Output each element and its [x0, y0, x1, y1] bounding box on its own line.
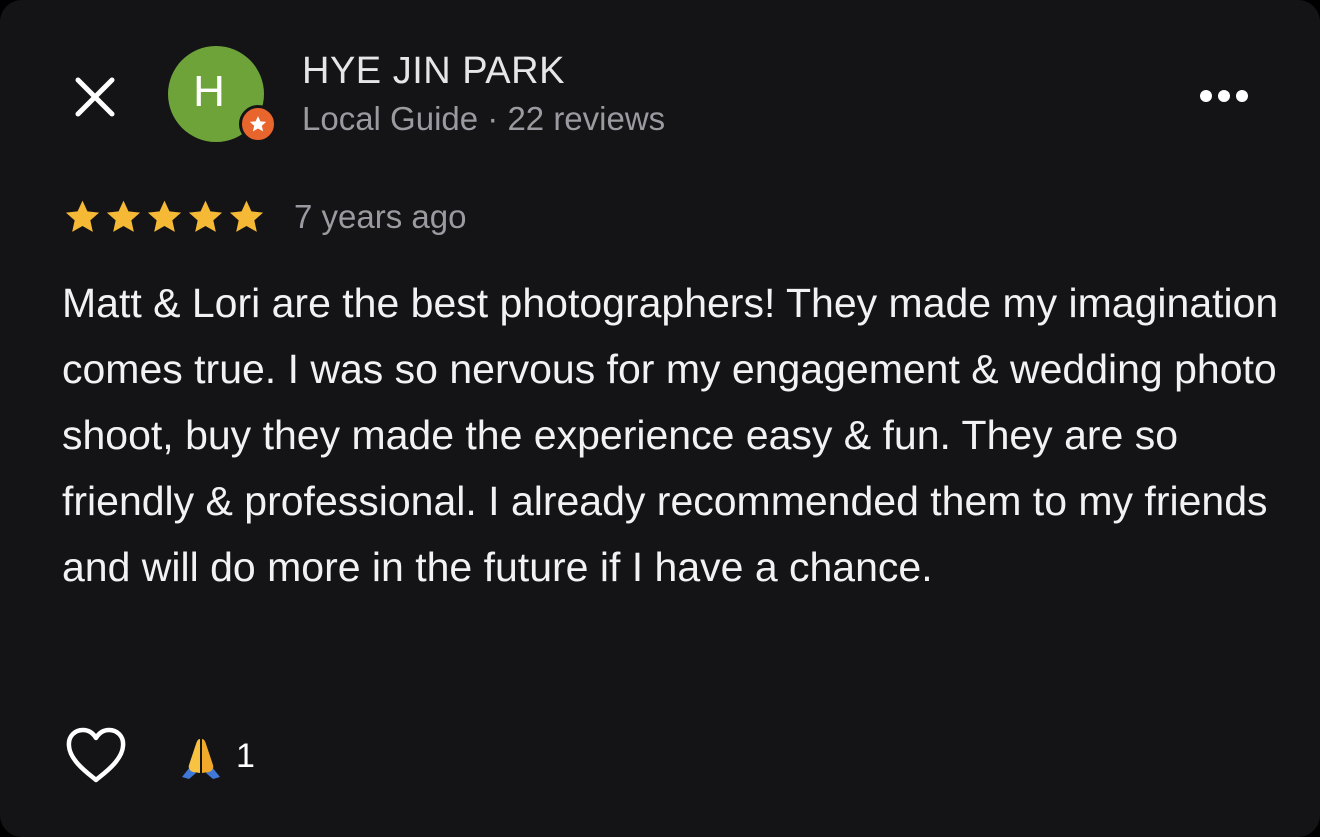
like-button[interactable] — [62, 724, 130, 788]
more-options-button[interactable] — [1192, 80, 1256, 112]
close-icon — [75, 77, 115, 117]
heart-outline-icon — [66, 727, 126, 783]
star-icon — [106, 200, 141, 232]
avatar-letter: H — [193, 67, 225, 116]
star-rating — [62, 197, 267, 237]
reviewer-meta: Local Guide · 22 reviews — [302, 100, 666, 137]
review-time: 7 years ago — [294, 198, 467, 235]
reaction-button[interactable]: 1 — [176, 732, 255, 780]
star-icon — [188, 200, 223, 232]
more-horizontal-icon — [1200, 90, 1248, 102]
reaction-count: 1 — [236, 736, 255, 775]
reviewer-name[interactable]: HYE JIN PARK — [302, 50, 565, 93]
star-icon — [65, 200, 100, 232]
star-icon — [147, 200, 182, 232]
close-button[interactable] — [66, 68, 124, 126]
folded-hands-icon — [182, 739, 220, 779]
star-icon — [229, 200, 264, 232]
local-guide-badge — [239, 105, 277, 143]
review-card: H HYE JIN PARK Local Guide · 22 reviews … — [0, 0, 1320, 837]
local-guide-star-icon — [249, 116, 267, 132]
review-text: Matt & Lori are the best photographers! … — [62, 280, 1279, 590]
